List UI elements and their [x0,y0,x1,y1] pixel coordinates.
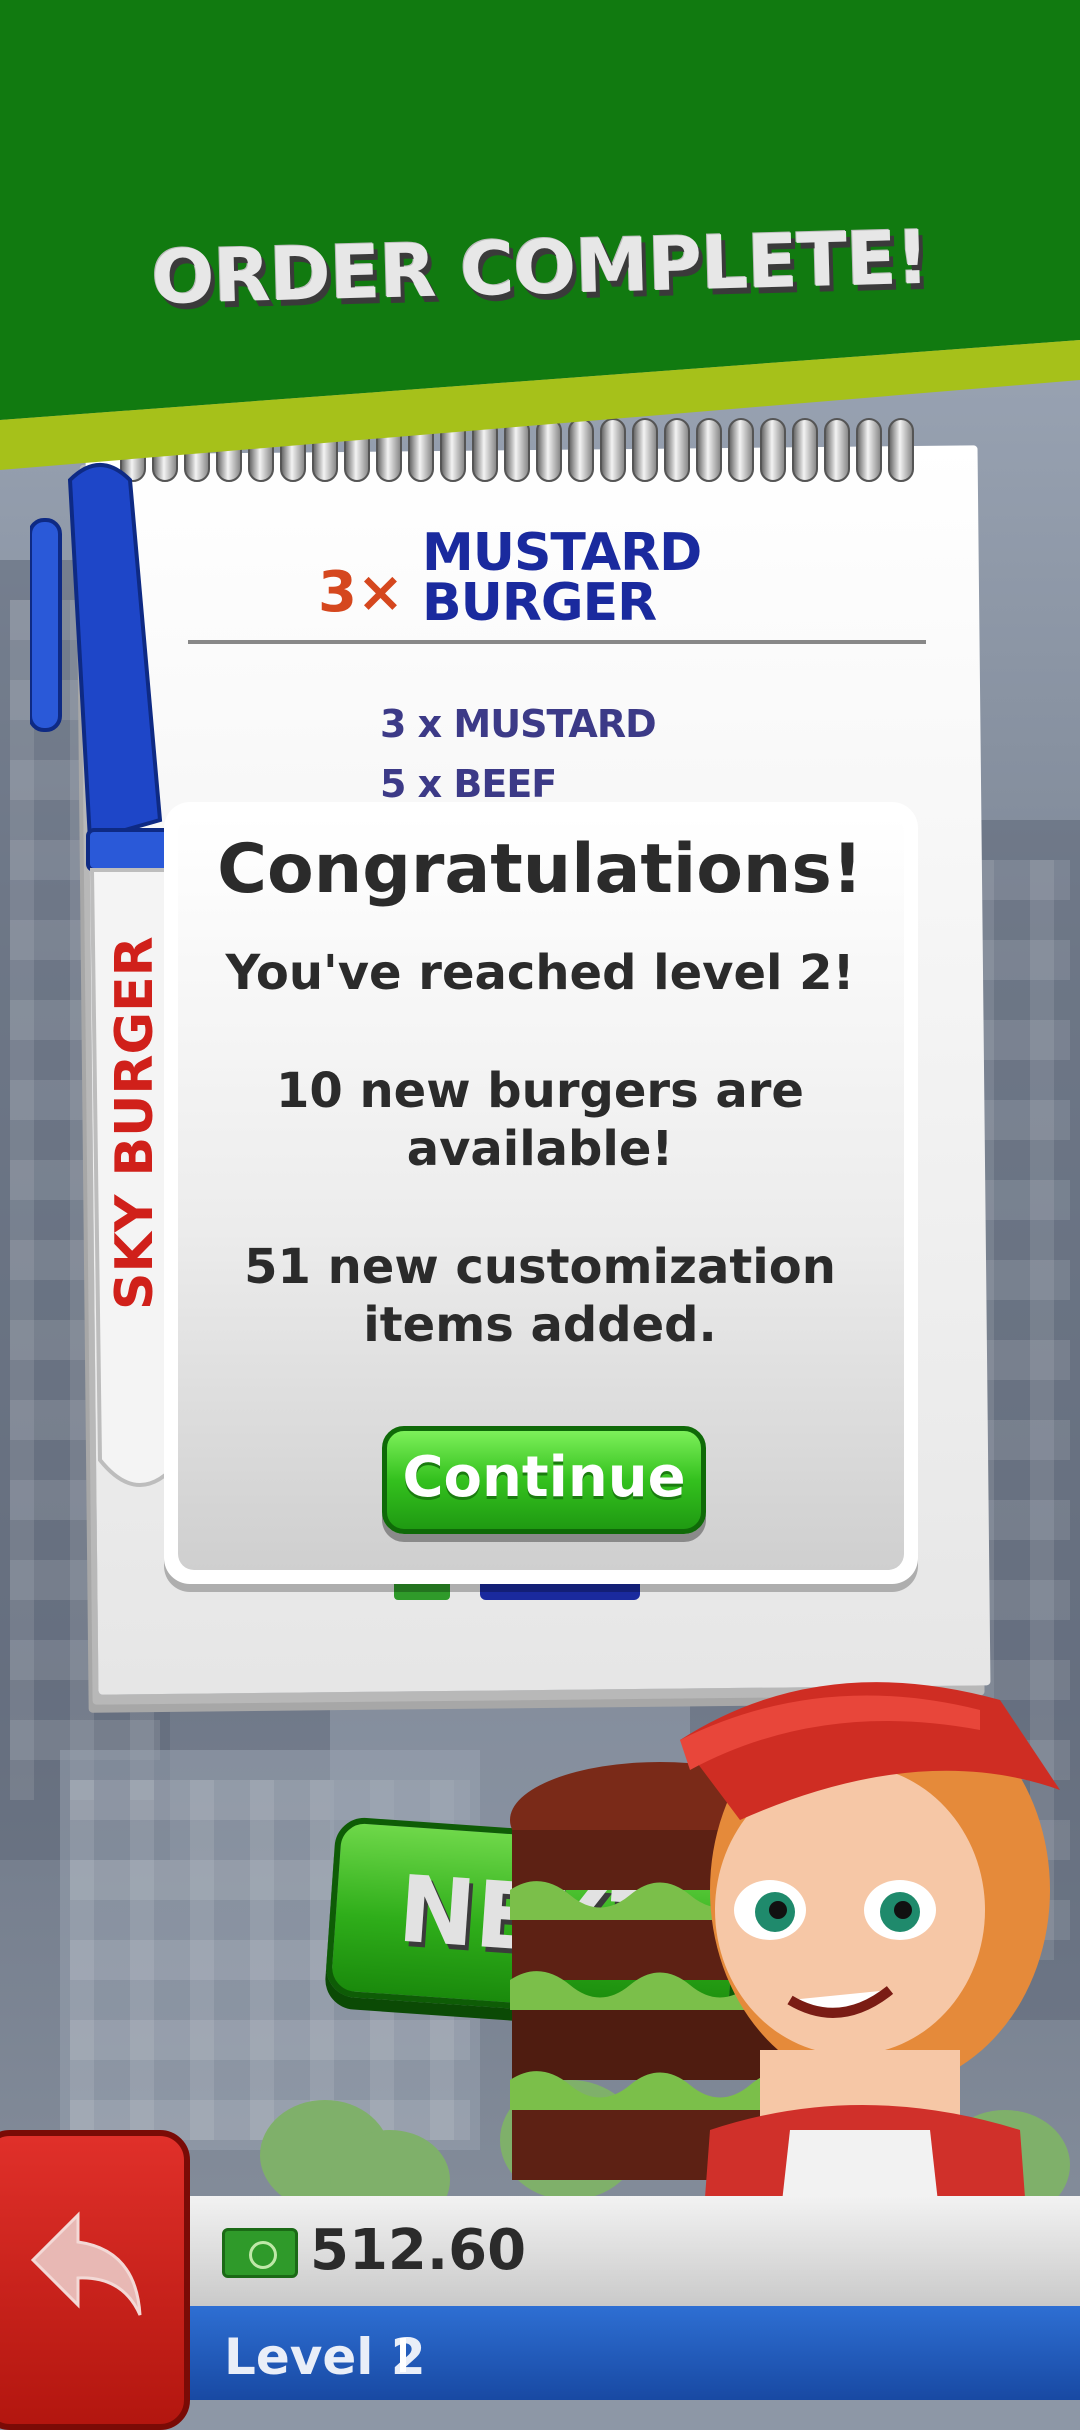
continue-button[interactable]: Continue [382,1426,706,1534]
ingredient-item: 5 x BEEF [380,762,557,806]
money-value: 512.60 [310,2218,527,2283]
header-banner: ORDER COMPLETE! [0,0,1080,470]
order-burger-name: MUSTARD BURGER [422,523,702,633]
marker-pen: SKY BURGER [30,463,180,1487]
dialog-level-text: You've reached level 2! [225,945,855,1001]
level-label: Level 2 [224,2328,426,2386]
dialog-burgers-text-line2: available! [406,1121,674,1177]
level-progress-marker [400,2338,406,2372]
money-icon [222,2228,298,2278]
order-quantity: 3× [318,560,404,625]
dialog-items-text-line1: 51 new customization [244,1239,836,1295]
ingredient-item: 3 x MUSTARD [380,702,657,746]
back-arrow-icon[interactable] [28,2210,148,2320]
order-burger-name-line2: BURGER [422,573,657,633]
order-burger-name-line1: MUSTARD [422,523,702,583]
dialog-title: Congratulations! [217,830,863,909]
pen-brand-text: SKY BURGER [105,936,165,1310]
dialog-burgers-text-line1: 10 new burgers are [276,1063,804,1119]
dialog-items-text-line2: items added. [363,1297,717,1353]
order-divider [188,640,926,644]
